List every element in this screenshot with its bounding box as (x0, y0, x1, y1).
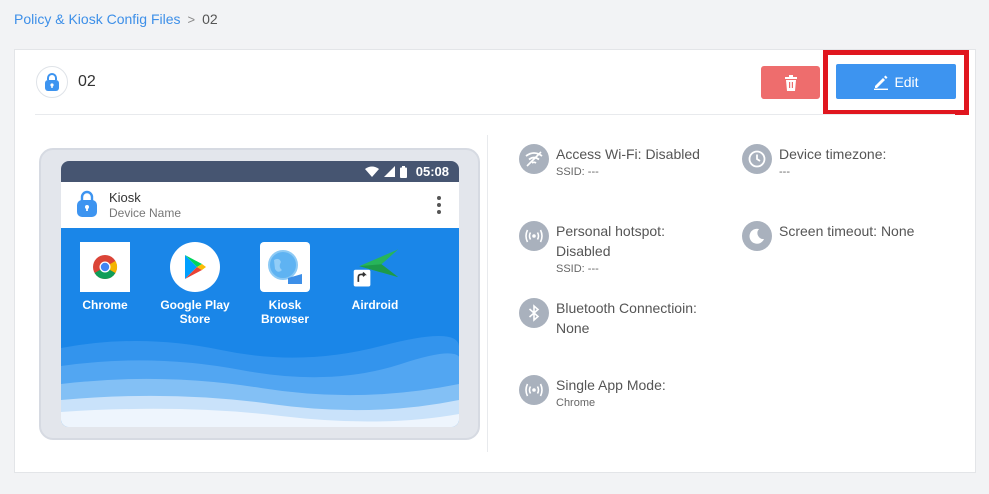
app-label-line2: Browser (260, 312, 310, 326)
kiosk-lock-icon (77, 190, 97, 217)
home-screen: Chrome Google Play Store Kiosk Browser A… (61, 228, 459, 427)
google-play-icon (170, 242, 220, 292)
app-label-line1: Google Play (160, 298, 230, 312)
app-chrome[interactable]: Chrome (65, 242, 145, 312)
kiosk-app-bar: Kiosk Device Name (61, 182, 459, 228)
battery-icon (399, 165, 407, 178)
edit-button[interactable]: Edit (836, 64, 956, 99)
app-airdroid[interactable]: Airdroid (335, 242, 415, 312)
breadcrumb-separator-icon: > (187, 11, 196, 27)
wifi-icon (364, 166, 379, 177)
device-screen: 05:08 Kiosk Device Name Chrome Google Pl… (61, 161, 459, 427)
breadcrumb-parent-link[interactable]: Policy & Kiosk Config Files (14, 11, 181, 27)
setting-single-app: Single App Mode: Chrome (519, 375, 666, 410)
wifi-disabled-icon (519, 144, 549, 174)
single-app-value: Chrome (556, 397, 596, 409)
device-name: Device Name (109, 206, 182, 220)
wifi-ssid: SSID: --- (556, 166, 599, 178)
page-title: 02 (78, 73, 96, 90)
app-kiosk-browser[interactable]: Kiosk Browser (245, 242, 325, 326)
chrome-icon (80, 242, 130, 292)
screen-timeout-status: Screen timeout: None (779, 223, 915, 239)
header-divider (35, 114, 955, 115)
breadcrumb: Policy & Kiosk Config Files > 02 (14, 11, 218, 27)
status-time: 05:08 (415, 164, 449, 179)
kiosk-app-name: Kiosk (109, 190, 141, 205)
config-detail-card: 02 Edit 05:08 Kiosk Device Name Chrome G… (14, 49, 976, 473)
status-bar: 05:08 (61, 161, 459, 182)
signal-icon (383, 166, 395, 177)
device-preview: 05:08 Kiosk Device Name Chrome Google Pl… (39, 148, 480, 440)
svg-text:z: z (758, 231, 761, 237)
pencil-icon (874, 75, 889, 90)
clock-icon (742, 144, 772, 174)
setting-timezone: Device timezone: --- (742, 144, 886, 179)
config-lock-icon (36, 66, 68, 98)
edit-button-label: Edit (894, 73, 919, 90)
hotspot-ssid: SSID: --- (556, 263, 599, 275)
trash-icon (784, 74, 797, 91)
wave-background (61, 336, 459, 427)
bluetooth-icon (519, 298, 549, 328)
app-label-line2: Store (179, 312, 211, 326)
app-label-line1: Chrome (82, 298, 128, 312)
setting-bluetooth: Bluetooth Connectioin: None (519, 298, 697, 338)
app-label-line1: Airdroid (351, 298, 399, 312)
app-label-line1: Kiosk (268, 298, 302, 312)
setting-screen-timeout: z Screen timeout: None (742, 221, 914, 251)
bluetooth-status: None (556, 320, 590, 336)
bluetooth-title: Bluetooth Connectioin: (556, 300, 697, 316)
hotspot-title: Personal hotspot: (556, 223, 665, 239)
setting-hotspot: Personal hotspot: Disabled SSID: --- (519, 221, 665, 276)
timezone-title: Device timezone: (779, 146, 887, 162)
more-menu-icon[interactable] (437, 196, 441, 214)
timezone-value: --- (779, 166, 790, 178)
hotspot-icon (519, 221, 549, 251)
wifi-status: Access Wi-Fi: Disabled (556, 146, 700, 162)
setting-wifi: Access Wi-Fi: Disabled SSID: --- (519, 144, 700, 179)
vertical-divider (487, 135, 488, 452)
airdroid-icon (350, 242, 400, 292)
breadcrumb-current: 02 (202, 11, 218, 27)
kiosk-browser-icon (260, 242, 310, 292)
single-app-title: Single App Mode: (556, 377, 666, 393)
single-app-icon (519, 375, 549, 405)
moon-icon: z (742, 221, 772, 251)
hotspot-status: Disabled (556, 243, 611, 259)
delete-button[interactable] (761, 66, 820, 99)
app-google-play[interactable]: Google Play Store (155, 242, 235, 326)
